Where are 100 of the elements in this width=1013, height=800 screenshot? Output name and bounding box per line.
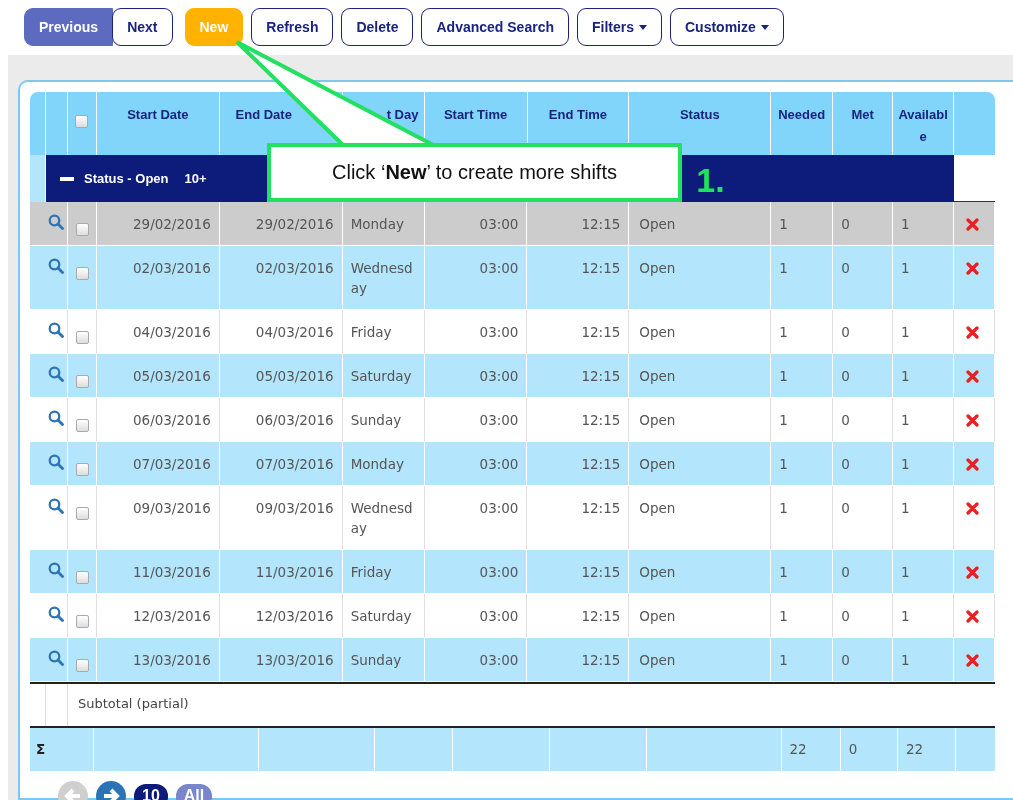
dropdown-button[interactable]: Filters [576,8,662,46]
table-cell-text: Friday [350,563,393,582]
table-cell: 03:00 [479,412,519,428]
table-cell: 0 [841,260,850,276]
step-number: 1. [696,161,725,200]
table-cell: 13/03/2016 [132,652,211,668]
table-cell: 1 [901,216,910,232]
total-cell: 0 [848,741,858,757]
table-cell: 03:00 [479,324,519,340]
table-cell: 1 [779,216,788,232]
column-header[interactable]: End Time [548,104,608,126]
table-cell: 1 [779,500,788,516]
table-cell: 04/03/2016 [255,324,334,340]
table-row[interactable]: 13/03/2016 13/03/2016 Sunday 03:00 12:15 Open 1 0 1 [30,638,995,682]
toolbar-button[interactable]: Refresh [251,8,334,46]
table-cell: 12:15 [581,216,621,232]
group-header[interactable]: Status - Open 10+ [46,155,267,202]
toolbar-button[interactable]: Previous [24,8,114,46]
table-cell: Open [639,412,676,428]
toolbar-button[interactable]: Advanced Search [421,8,569,46]
table-cell: 1 [901,368,910,384]
table-cell: 12/03/2016 [132,608,211,624]
table-cell: Open [639,500,676,516]
column-header[interactable]: End Date [235,104,292,126]
table-cell: 05/03/2016 [132,368,211,384]
column-header[interactable]: Available [896,104,951,148]
table-cell: 0 [841,324,850,340]
table-cell: 09/03/2016 [132,500,211,516]
table-cell: 04/03/2016 [132,324,211,340]
table-cell: 0 [841,500,850,516]
table-cell: 12:15 [581,564,621,580]
table-cell: 12:15 [581,324,621,340]
table-cell: 0 [841,564,850,580]
table-cell: 03:00 [479,216,519,232]
table-cell: 12:15 [581,652,621,668]
table-cell: 0 [841,652,850,668]
table-cell: 12:15 [581,608,621,624]
group-label: Status - Open [84,171,169,186]
table-cell: 12:15 [581,412,621,428]
table-cell: 03:00 [479,368,519,384]
table-cell: 1 [901,324,910,340]
table-cell: 1 [901,608,910,624]
table-cell-text: Monday [350,215,405,234]
column-header[interactable]: Needed [778,104,826,126]
table-cell: 1 [901,652,910,668]
table-cell: Open [639,260,676,276]
table-cell-text: Friday [350,323,393,342]
table-cell: Open [639,216,676,232]
total-cell: 22 [789,741,807,757]
table-cell: 05/03/2016 [255,368,334,384]
table-cell: Open [639,608,676,624]
table-cell: 1 [779,412,788,428]
table-row[interactable]: 07/03/2016 07/03/2016 Monday 03:00 12:15 Open 1 0 1 [30,442,995,486]
table-cell: 1 [901,260,910,276]
total-cell: 22 [905,741,924,757]
table-cell: 1 [779,456,788,472]
table-cell: 03:00 [479,652,519,668]
table-cell: 13/03/2016 [255,652,334,668]
table-cell: 0 [841,216,850,232]
table-cell: 0 [841,456,850,472]
table-cell: 1 [779,260,788,276]
table-cell: 02/03/2016 [255,260,334,276]
table-cell: Open [639,652,676,668]
table-cell-text: Sunday [350,651,403,670]
table-cell: 1 [901,456,910,472]
table-cell: 1 [901,500,910,516]
callout-text: Click ‘New’ to create more shifts [332,161,617,184]
toolbar-button[interactable]: Delete [341,8,414,46]
table-cell-text: Saturday [350,607,413,626]
table-cell: 1 [779,608,788,624]
table-row[interactable]: 29/02/2016 29/02/2016 Monday 03:00 12:15 Open 1 0 1 [30,202,995,246]
table-cell: 29/02/2016 [255,216,334,232]
sum-symbol: Σ [36,741,46,757]
table-cell: 29/02/2016 [132,216,211,232]
table-cell: 09/03/2016 [255,500,334,516]
table-cell: 02/03/2016 [132,260,211,276]
column-header[interactable]: Start Time [443,104,508,126]
table-cell: 1 [901,412,910,428]
table-cell: 06/03/2016 [255,412,334,428]
table-cell-text: Wednesday [350,499,414,538]
table-cell: 1 [779,368,788,384]
toolbar-button[interactable]: Next [112,8,173,46]
table-row[interactable]: 05/03/2016 05/03/2016 Saturday 03:00 12:15 Open 1 0 1 [30,354,995,398]
dropdown-button[interactable]: Customize [670,8,784,46]
table-row[interactable]: 11/03/2016 11/03/2016 Friday 03:00 12:15 Open 1 0 1 [30,550,995,594]
table-cell: 07/03/2016 [132,456,211,472]
column-header[interactable]: Status [679,104,720,126]
table-cell: 0 [841,412,850,428]
table-cell: 12/03/2016 [255,608,334,624]
table-cell: 12:15 [581,500,621,516]
table-row[interactable]: 02/03/2016 02/03/2016 Wednesday 03:00 12:15 Open 1 0 1 [30,246,995,310]
column-header[interactable]: Start Date [127,104,189,126]
table-cell: 0 [841,368,850,384]
column-header[interactable]: t Day [386,104,419,126]
column-header[interactable]: Met [851,104,874,126]
table-cell: 1 [779,564,788,580]
table-cell: Open [639,368,676,384]
table-cell: 03:00 [479,564,519,580]
table-cell: 03:00 [479,608,519,624]
table-cell: 0 [841,608,850,624]
